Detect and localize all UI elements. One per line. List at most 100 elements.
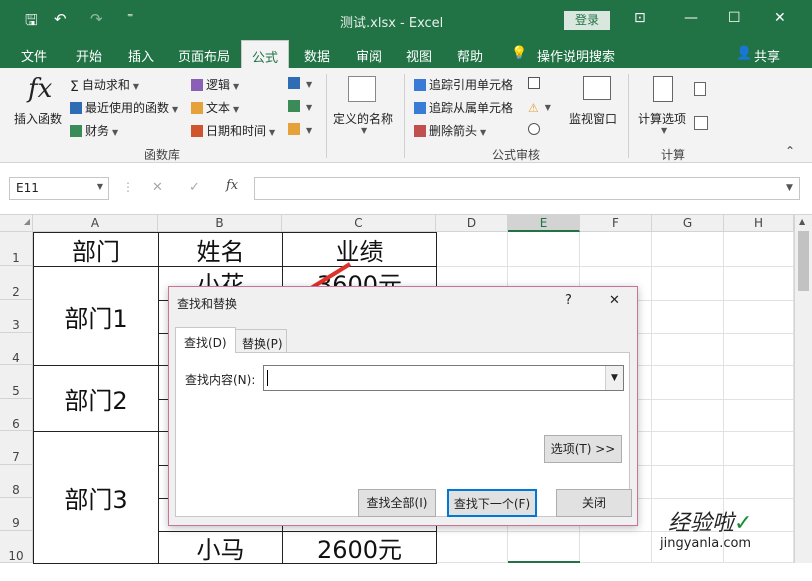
datetime-button[interactable]: 日期和时间 ▼ (191, 122, 275, 139)
row-header[interactable]: 5 (0, 365, 33, 399)
scrollbar-thumb[interactable] (798, 231, 809, 291)
tab-insert[interactable]: 插入 (128, 46, 154, 65)
scroll-up-icon[interactable]: ▲ (799, 217, 805, 226)
chevron-down-icon: ▼ (661, 126, 668, 135)
formula-input[interactable] (254, 177, 800, 200)
show-formulas-icon[interactable] (528, 76, 543, 90)
collapse-ribbon-icon[interactable]: ⌃ (785, 144, 795, 158)
vertical-scrollbar[interactable]: ▲ (794, 215, 812, 563)
watermark-text: 经验啦✓ (668, 511, 753, 536)
dept2-cell[interactable]: 部门2 (33, 365, 159, 432)
name-box[interactable]: E11 ▼ (9, 177, 109, 200)
trace-dependents-button[interactable]: 追踪从属单元格 (414, 99, 513, 116)
tab-file[interactable]: 文件 (21, 46, 47, 65)
tab-view[interactable]: 视图 (406, 46, 432, 65)
enter-icon[interactable]: ✓ (189, 180, 200, 195)
insert-function-icon[interactable]: fx (28, 74, 52, 104)
cancel-icon[interactable]: ✕ (152, 180, 163, 195)
find-what-input[interactable]: ▼ (263, 365, 624, 391)
tab-formulas[interactable]: 公式 (241, 40, 290, 68)
insert-function-button[interactable]: 插入函数 (14, 110, 62, 127)
find-all-button[interactable]: 查找全部(I) (358, 489, 436, 517)
column-header[interactable]: B (158, 215, 282, 232)
column-header[interactable]: C (282, 215, 436, 232)
chevron-down-icon[interactable]: ▼ (605, 366, 623, 390)
defined-names-button[interactable]: 定义的名称 (333, 110, 393, 127)
logical-icon (191, 79, 203, 91)
row-header[interactable]: 6 (0, 399, 33, 431)
remove-arrows-icon (414, 125, 426, 137)
sigma-icon: Σ (70, 79, 79, 95)
redo-icon[interactable]: ↷ (90, 10, 103, 28)
column-header[interactable]: G (652, 215, 724, 232)
dept1-cell[interactable]: 部门1 (33, 266, 159, 366)
watch-window-button[interactable]: 监视窗口 (569, 110, 617, 127)
lookup-button[interactable]: ▼ (288, 76, 312, 90)
options-button[interactable]: 选项(T) >> (544, 435, 622, 463)
column-header[interactable]: D (436, 215, 508, 232)
select-all-corner[interactable]: ◢ (0, 215, 33, 232)
tab-home[interactable]: 开始 (76, 46, 102, 65)
share-button[interactable]: 共享 (754, 46, 780, 65)
row-header[interactable]: 9 (0, 498, 33, 531)
more-functions-button[interactable]: ▼ (288, 122, 312, 136)
column-header[interactable]: H (724, 215, 794, 232)
undo-icon[interactable]: ↶ (54, 10, 67, 28)
recent-functions-button[interactable]: 最近使用的函数 ▼ (70, 99, 178, 116)
row-header[interactable]: 10 (0, 531, 33, 563)
calculation-options-button[interactable]: 计算选项 (638, 110, 686, 127)
find-replace-dialog: 查找和替换 ? ✕ 查找(D) 替换(P) 查找内容(N): ▼ 选项(T) >… (168, 286, 638, 526)
text-button[interactable]: 文本 ▼ (191, 99, 239, 116)
tell-me-search[interactable]: 操作说明搜索 (537, 46, 615, 65)
dept3-cell[interactable]: 部门3 (33, 431, 159, 564)
minimize-button[interactable]: — (684, 10, 698, 26)
calculate-now-icon[interactable] (694, 82, 706, 96)
name-cell[interactable]: 小马 (158, 531, 283, 564)
remove-arrows-button[interactable]: 删除箭头 ▼ (414, 122, 486, 139)
row-header[interactable]: 7 (0, 431, 33, 465)
header-cell-department[interactable]: 部门 (33, 232, 159, 267)
separator (404, 74, 405, 158)
row-header[interactable]: 1 (0, 232, 33, 266)
row-header[interactable]: 8 (0, 465, 33, 498)
name-manager-icon (348, 76, 376, 102)
row-header[interactable]: 2 (0, 266, 33, 300)
tab-help[interactable]: 帮助 (457, 46, 483, 65)
tab-data[interactable]: 数据 (304, 46, 330, 65)
calculate-sheet-icon[interactable] (694, 116, 708, 130)
find-next-button[interactable]: 查找下一个(F) (447, 489, 537, 517)
financial-icon (70, 125, 82, 137)
autosum-button[interactable]: Σ 自动求和 ▼ (70, 76, 139, 95)
customize-qat-icon[interactable]: ⁼ (127, 10, 133, 24)
help-button[interactable]: ? (565, 293, 572, 308)
tab-find[interactable]: 查找(D) (175, 327, 236, 353)
row-header[interactable]: 4 (0, 333, 33, 365)
close-window-button[interactable]: ✕ (774, 10, 786, 26)
header-cell-name[interactable]: 姓名 (158, 232, 283, 267)
share-icon[interactable]: 👤 (736, 46, 752, 61)
insert-function-icon[interactable]: fx (226, 178, 238, 193)
separator (628, 74, 629, 158)
lightbulb-icon: 💡 (511, 46, 528, 61)
evaluate-formula-icon[interactable] (528, 122, 543, 136)
ribbon-display-icon[interactable]: ⊡ (634, 10, 646, 26)
login-button[interactable]: 登录 (564, 11, 610, 30)
restore-button[interactable]: ☐ (728, 10, 741, 26)
column-header[interactable]: F (580, 215, 652, 232)
logical-button[interactable]: 逻辑 ▼ (191, 76, 239, 93)
close-button[interactable]: 关闭 (556, 489, 632, 517)
tab-replace[interactable]: 替换(P) (235, 329, 287, 353)
close-dialog-icon[interactable]: ✕ (609, 293, 620, 308)
expand-formula-icon[interactable]: ▼ (786, 183, 793, 193)
error-checking-icon[interactable]: ⚠ ▼ (528, 99, 551, 115)
row-header[interactable]: 3 (0, 300, 33, 333)
financial-button[interactable]: 财务 ▼ (70, 122, 118, 139)
column-header[interactable]: A (33, 215, 158, 232)
column-header-selected[interactable]: E (508, 215, 580, 232)
trace-precedents-button[interactable]: 追踪引用单元格 (414, 76, 513, 93)
tab-review[interactable]: 审阅 (356, 46, 382, 65)
math-button[interactable]: ▼ (288, 99, 312, 113)
save-icon[interactable]: 🖫 (25, 10, 38, 35)
value-cell[interactable]: 2600元 (282, 531, 437, 564)
tab-page-layout[interactable]: 页面布局 (178, 46, 230, 65)
